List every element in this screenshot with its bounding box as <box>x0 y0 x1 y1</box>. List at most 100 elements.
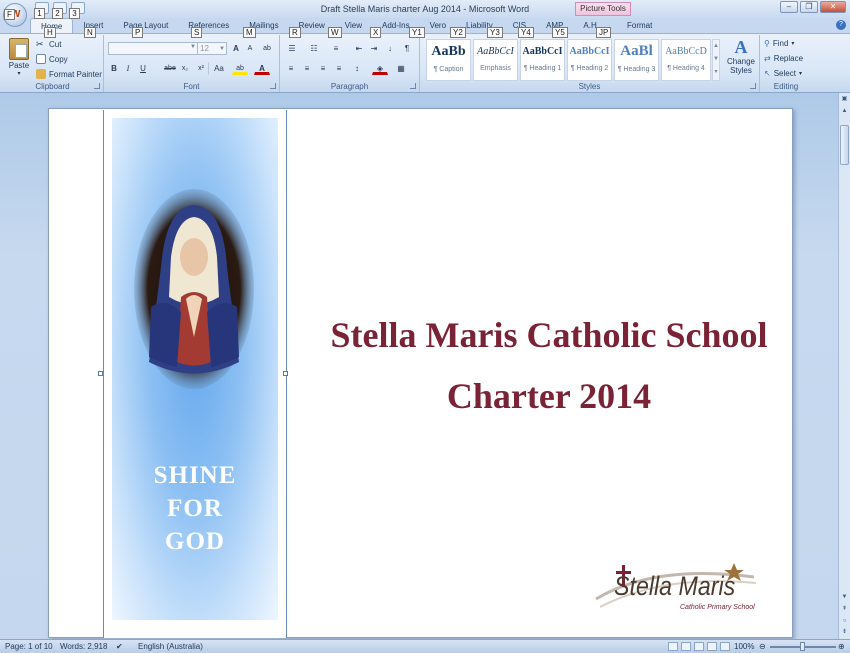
style-heading-4[interactable]: AaBbCcD ¶ Heading 4 <box>661 39 711 81</box>
window-title: Draft Stella Maris charter Aug 2014 - Mi… <box>320 4 530 14</box>
proofing-icon[interactable]: ✔ <box>116 642 123 651</box>
show-marks-button[interactable]: ¶ <box>400 42 414 55</box>
align-left-icon[interactable]: ≡ <box>284 62 298 75</box>
grow-font-button[interactable]: A <box>229 42 243 55</box>
change-styles-icon: A <box>734 37 748 57</box>
browse-object-icon[interactable]: ○ <box>840 617 849 626</box>
scroll-thumb[interactable] <box>840 125 849 165</box>
highlight-button[interactable]: ab <box>232 62 248 75</box>
decrease-indent-icon[interactable]: ⇤ <box>352 42 366 55</box>
word-count[interactable]: Words: 2,918 <box>60 642 107 651</box>
zoom-slider[interactable] <box>770 642 836 651</box>
style-heading-1[interactable]: AaBbCcI ¶ Heading 1 <box>520 39 565 81</box>
underline-button[interactable]: U <box>137 62 149 75</box>
document-page[interactable]: SHINE FOR GOD Stella Maris Catholic Scho… <box>48 108 793 638</box>
bullets-icon[interactable]: ☰ <box>284 42 300 55</box>
editing-group-label: Editing <box>773 82 799 91</box>
numbering-icon[interactable]: ☷ <box>306 42 322 55</box>
styles-scroll[interactable]: ▲ ▼ ▾ <box>712 39 720 81</box>
copy-button[interactable]: Copy <box>36 54 68 64</box>
bold-button[interactable]: B <box>108 62 120 75</box>
school-logo: Stella Maris Catholic Primary School <box>594 559 759 619</box>
font-size-field[interactable]: 12 ▼ <box>197 42 227 55</box>
keytip-mailings: M <box>243 27 256 38</box>
web-layout-icon[interactable] <box>694 642 704 651</box>
style-heading-3[interactable]: AaBl ¶ Heading 3 <box>614 39 659 81</box>
select-button[interactable]: ↖ Select ▾ <box>764 69 802 78</box>
cut-button[interactable]: ✂ Cut <box>36 39 61 49</box>
keytip-qat-2: 2 <box>52 8 63 19</box>
style-heading-2[interactable]: AaBbCcI ¶ Heading 2 <box>567 39 612 81</box>
keytip-vero: Y1 <box>409 27 425 38</box>
print-layout-icon[interactable] <box>668 642 678 651</box>
paragraph-group-label: Paragraph <box>330 82 369 91</box>
multilevel-list-icon[interactable]: ≡ <box>328 42 344 55</box>
scissors-icon: ✂ <box>36 39 44 49</box>
scroll-down-icon[interactable]: ▼ <box>840 593 849 602</box>
styles-launcher-icon[interactable] <box>750 83 756 89</box>
page-count[interactable]: Page: 1 of 10 <box>5 642 53 651</box>
style-emphasis[interactable]: AaBbCcI Emphasis <box>473 39 518 81</box>
draft-icon[interactable] <box>720 642 730 651</box>
paragraph-launcher-icon[interactable] <box>410 83 416 89</box>
paste-button[interactable]: Paste ▾ <box>5 38 33 77</box>
logo-subtitle: Catholic Primary School <box>680 604 755 611</box>
keytip-references: S <box>191 27 203 38</box>
justify-icon[interactable]: ≡ <box>332 62 346 75</box>
font-name-field[interactable]: ▼ <box>108 42 198 55</box>
outline-icon[interactable] <box>707 642 717 651</box>
picture-tools-context-tab[interactable]: Picture Tools <box>575 2 631 16</box>
ribbon: Paste ▾ ✂ Cut Copy Format Painter Clipboa… <box>0 33 850 93</box>
align-center-icon[interactable]: ≡ <box>300 62 314 75</box>
find-label: Find <box>772 39 789 48</box>
close-button[interactable]: ✕ <box>820 1 846 13</box>
increase-indent-icon[interactable]: ⇥ <box>367 42 381 55</box>
change-case-button[interactable]: Aa <box>211 62 227 75</box>
format-painter-button[interactable]: Format Painter <box>36 69 102 79</box>
zoom-level[interactable]: 100% <box>734 642 754 651</box>
subscript-button[interactable]: x₂ <box>178 62 192 75</box>
help-icon[interactable]: ? <box>836 20 846 30</box>
vertical-scrollbar[interactable]: ▣ ▲ ▼ ⇞ ○ ⇟ <box>838 93 850 639</box>
ruler-toggle-icon[interactable]: ▣ <box>840 95 849 104</box>
sort-icon[interactable]: ↓ <box>383 42 397 55</box>
borders-icon[interactable]: ▦ <box>392 62 410 75</box>
style-preview: AaBbCcD <box>665 46 707 57</box>
replace-button[interactable]: ⇄ Replace <box>764 54 803 63</box>
scroll-up-icon[interactable]: ▲ <box>840 107 849 116</box>
align-right-icon[interactable]: ≡ <box>316 62 330 75</box>
tab-format[interactable]: Format <box>617 18 662 33</box>
font-color-button[interactable]: A <box>254 62 270 75</box>
style-caption[interactable]: AaBb ¶ Caption <box>426 39 471 81</box>
change-styles-button[interactable]: A Change Styles <box>724 37 758 75</box>
shrink-font-button[interactable]: A <box>243 42 257 55</box>
tab-page-layout[interactable]: Page Layout <box>113 18 178 33</box>
line-spacing-icon[interactable]: ↕ <box>350 62 364 75</box>
next-page-icon[interactable]: ⇟ <box>840 628 849 637</box>
font-launcher-icon[interactable] <box>270 83 276 89</box>
resize-handle-right[interactable] <box>283 371 288 376</box>
previous-page-icon[interactable]: ⇞ <box>840 605 849 614</box>
zoom-out-icon[interactable]: ⊖ <box>759 642 766 651</box>
language-indicator[interactable]: English (Australia) <box>138 642 203 651</box>
minimize-button[interactable]: – <box>780 1 798 13</box>
zoom-in-icon[interactable]: ⊕ <box>838 642 845 651</box>
zoom-slider-knob[interactable] <box>800 642 805 651</box>
clipboard-launcher-icon[interactable] <box>94 83 100 89</box>
clear-formatting-button[interactable]: ab <box>259 42 275 55</box>
motto-line: GOD <box>165 528 225 555</box>
find-button[interactable]: ⚲ Find ▾ <box>764 39 794 48</box>
keytip-review: R <box>289 27 301 38</box>
shading-icon[interactable]: ◈ <box>372 62 388 75</box>
restore-button[interactable]: ❐ <box>800 1 818 13</box>
italic-button[interactable]: I <box>122 62 134 75</box>
full-screen-reading-icon[interactable] <box>681 642 691 651</box>
cursor-icon: ↖ <box>764 69 771 78</box>
superscript-button[interactable]: x² <box>193 62 209 75</box>
strikethrough-button[interactable]: abe <box>162 62 178 75</box>
tab-references[interactable]: References <box>178 18 239 33</box>
keytip-insert: N <box>84 27 96 38</box>
resize-handle-left[interactable] <box>98 371 103 376</box>
motto-line: FOR <box>167 495 223 522</box>
cut-label: Cut <box>49 39 62 49</box>
